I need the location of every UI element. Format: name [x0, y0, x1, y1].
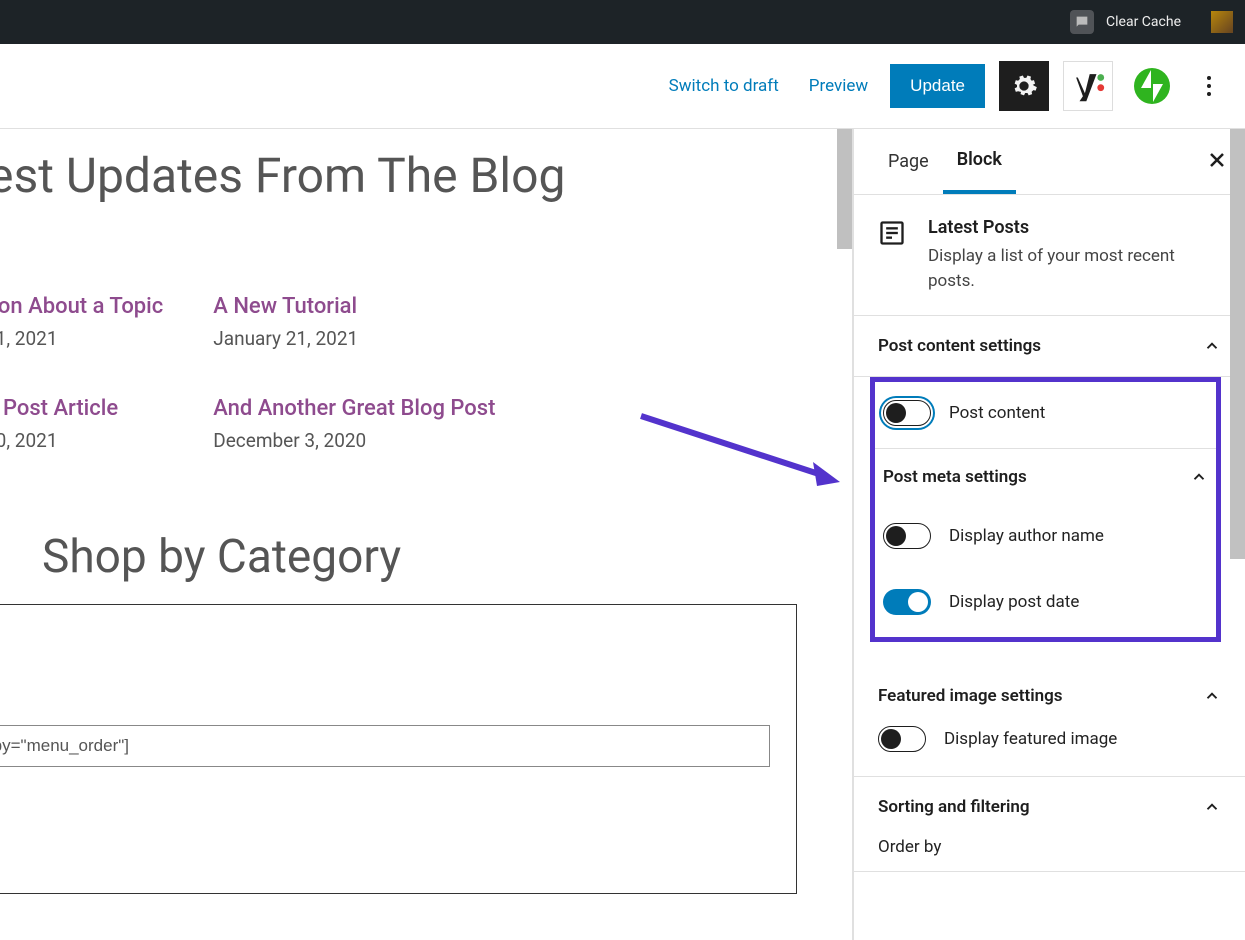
- post-title[interactable]: tion About a Topic: [0, 294, 163, 319]
- shop-heading[interactable]: Shop by Category: [42, 530, 852, 584]
- author-toggle-row: Display author name: [875, 505, 1216, 571]
- order-by-label: Order by: [854, 837, 1245, 871]
- post-title[interactable]: A New Tutorial: [213, 294, 495, 319]
- switch-to-draft-link[interactable]: Switch to draft: [661, 76, 787, 96]
- post-date: December 3, 2020: [213, 429, 495, 452]
- clear-cache-menu[interactable]: Clear Cache: [1058, 10, 1193, 34]
- yoast-icon: [1071, 69, 1105, 103]
- block-name: Latest Posts: [928, 217, 1221, 238]
- window-scrollbar[interactable]: [1230, 129, 1245, 559]
- jetpack-button[interactable]: [1127, 61, 1177, 111]
- chevron-up-icon: [1203, 337, 1221, 355]
- panel-toggle-post-content[interactable]: Post content settings: [854, 316, 1245, 376]
- block-card: Latest Posts Display a list of your most…: [854, 195, 1245, 316]
- latest-posts-icon: [878, 219, 906, 247]
- jetpack-icon: [1132, 66, 1172, 106]
- gear-icon: [1010, 72, 1038, 100]
- block-description: Display a list of your most recent posts…: [928, 244, 1221, 293]
- toggle-label: Display featured image: [944, 729, 1117, 749]
- post-content-toggle[interactable]: [883, 400, 931, 426]
- canvas-scrollbar[interactable]: [837, 129, 852, 249]
- date-toggle-row: Display post date: [875, 571, 1216, 637]
- display-author-toggle[interactable]: [883, 523, 931, 549]
- sidebar-tabs: Page Block: [854, 129, 1245, 195]
- post-date: 20, 2021: [0, 429, 163, 452]
- clear-cache-label: Clear Cache: [1106, 14, 1181, 30]
- latest-posts-block[interactable]: tion About a Topic 21, 2021 g Post Artic…: [0, 294, 852, 452]
- featured-image-toggle-row: Display featured image: [854, 726, 1245, 776]
- tab-page[interactable]: Page: [874, 129, 943, 194]
- chevron-up-icon: [1190, 468, 1208, 486]
- close-sidebar-button[interactable]: [1209, 152, 1225, 172]
- user-avatar[interactable]: [1211, 11, 1233, 33]
- panel-post-content: Post content settings: [854, 316, 1245, 377]
- yoast-button[interactable]: [1063, 61, 1113, 111]
- post-content-toggle-row: Post content: [875, 382, 1216, 448]
- post-item[interactable]: A New Tutorial January 21, 2021: [213, 294, 495, 350]
- editor-header: Switch to draft Preview Update: [0, 44, 1245, 129]
- panel-toggle-post-meta[interactable]: Post meta settings: [875, 449, 1216, 505]
- toggle-label: Display author name: [949, 526, 1104, 546]
- comment-icon: [1070, 10, 1094, 34]
- post-item[interactable]: tion About a Topic 21, 2021: [0, 294, 163, 350]
- annotation-highlight-box: Post content Post meta settings Display …: [870, 377, 1221, 642]
- admin-bar: Clear Cache: [0, 0, 1245, 44]
- panel-toggle-featured-image[interactable]: Featured image settings: [854, 666, 1245, 726]
- post-date: 21, 2021: [0, 327, 163, 350]
- panel-sorting: Sorting and filtering Order by: [854, 777, 1245, 872]
- chevron-up-icon: [1203, 687, 1221, 705]
- panel-toggle-sorting[interactable]: Sorting and filtering: [854, 777, 1245, 837]
- tab-block[interactable]: Block: [943, 129, 1016, 194]
- panel-featured-image: Featured image settings Display featured…: [854, 666, 1245, 777]
- post-item[interactable]: g Post Article 20, 2021: [0, 396, 163, 452]
- more-menu-button[interactable]: [1191, 61, 1227, 111]
- toggle-label: Post content: [949, 403, 1045, 423]
- preview-link[interactable]: Preview: [801, 76, 876, 96]
- toggle-label: Display post date: [949, 592, 1079, 612]
- settings-sidebar: Page Block Latest Posts Display a list o…: [853, 129, 1245, 940]
- post-title[interactable]: g Post Article: [0, 396, 163, 421]
- category-block[interactable]: [0, 604, 797, 894]
- post-date: January 21, 2021: [213, 327, 495, 350]
- editor-canvas[interactable]: est Updates From The Blog tion About a T…: [0, 129, 853, 940]
- post-item[interactable]: And Another Great Blog Post December 3, …: [213, 396, 495, 452]
- settings-button[interactable]: [999, 61, 1049, 111]
- close-icon: [1209, 152, 1225, 168]
- chevron-up-icon: [1203, 798, 1221, 816]
- post-title[interactable]: And Another Great Blog Post: [213, 396, 495, 421]
- shortcode-input[interactable]: [0, 725, 770, 767]
- update-button[interactable]: Update: [890, 64, 985, 108]
- display-date-toggle[interactable]: [883, 589, 931, 615]
- blog-heading[interactable]: est Updates From The Blog: [0, 147, 852, 204]
- featured-image-toggle[interactable]: [878, 726, 926, 752]
